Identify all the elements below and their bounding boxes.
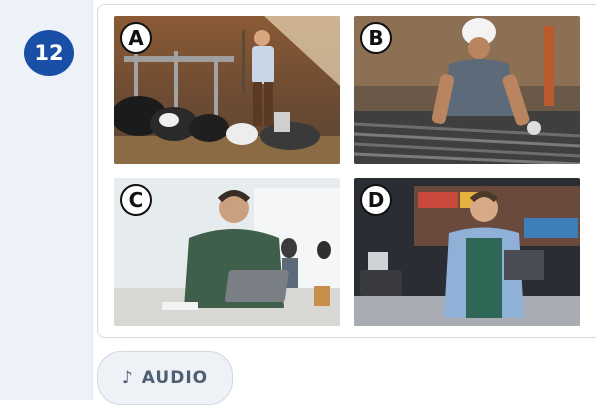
option-a-image[interactable]: A (114, 16, 340, 164)
option-b-image[interactable]: B (354, 16, 580, 164)
options-card: A B C D (97, 4, 596, 338)
option-c-letter: C (120, 184, 152, 216)
question-number-badge: 12 (24, 30, 74, 76)
audio-button[interactable]: ♪ AUDIO (97, 351, 233, 405)
audio-button-label: AUDIO (141, 368, 209, 388)
option-c-image[interactable]: C (114, 178, 340, 326)
music-note-icon: ♪ (121, 368, 134, 388)
option-d-image[interactable]: D (354, 178, 580, 326)
option-d-letter: D (360, 184, 392, 216)
option-a-letter: A (120, 22, 152, 54)
option-b-letter: B (360, 22, 392, 54)
question-rail: 12 (0, 0, 93, 400)
